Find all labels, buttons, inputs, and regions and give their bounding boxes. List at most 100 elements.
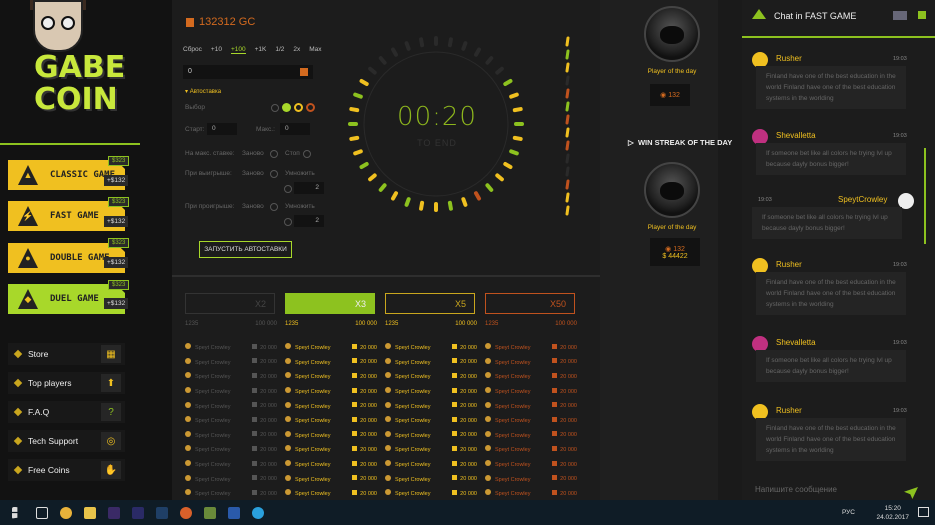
on-loss-again-radio[interactable] — [270, 203, 278, 211]
on-win-again-radio[interactable] — [270, 170, 278, 178]
bet-player[interactable]: Speyt Crowley — [385, 372, 430, 380]
bet-player[interactable]: Speyt Crowley — [185, 416, 230, 424]
menu-free-coins[interactable]: Free Coins ✋ — [8, 459, 125, 481]
bet-player[interactable]: Speyt Crowley — [285, 430, 330, 439]
bet-player[interactable]: Speyt Crowley — [285, 357, 330, 366]
word-icon[interactable] — [228, 506, 240, 519]
bet-player[interactable]: Speyt Crowley — [485, 401, 530, 410]
bet-player[interactable]: Speyt Crowley — [485, 357, 530, 366]
bet-player[interactable]: Speyt Crowley — [285, 387, 330, 395]
on-loss-multiplier-input[interactable]: 2 — [294, 215, 324, 227]
after-effects-icon[interactable] — [132, 506, 144, 519]
autobet-max-input[interactable]: 0 — [280, 123, 310, 135]
multiplier-x5-button[interactable]: X5 — [385, 293, 475, 314]
bet-player[interactable]: Speyt Crowley — [185, 387, 230, 395]
on-loss-multiply-radio[interactable] — [284, 218, 292, 226]
multiplier-x50-button[interactable]: X50 — [485, 293, 575, 314]
bet-player[interactable]: Speyt Crowley — [285, 401, 330, 410]
bet-player[interactable]: Speyt Crowley — [385, 416, 430, 424]
on-win-multiplier-input[interactable]: 2 — [294, 182, 324, 194]
bet-player[interactable]: Speyt Crowley — [285, 372, 330, 380]
bet-player[interactable]: Speyt Crowley — [185, 372, 230, 380]
bet-player[interactable]: Speyt Crowley — [185, 489, 230, 497]
chat-message-input[interactable]: Напишите сообщение — [755, 485, 920, 499]
bet-player[interactable]: Speyt Crowley — [285, 416, 330, 424]
bet-player[interactable]: Speyt Crowley — [385, 430, 430, 439]
chrome-icon[interactable] — [60, 506, 72, 519]
bet-player[interactable]: Speyt Crowley — [385, 489, 430, 497]
chat-username[interactable]: Rusher — [776, 54, 802, 63]
bet-player[interactable]: Speyt Crowley — [185, 401, 230, 410]
taskbar-language[interactable]: РУС — [842, 509, 855, 516]
bet-player[interactable]: Speyt Crowley — [285, 445, 330, 453]
bet-player[interactable]: Speyt Crowley — [385, 474, 430, 483]
task-view-icon[interactable] — [36, 506, 48, 519]
app-icon[interactable] — [204, 506, 216, 519]
color-radio-red[interactable] — [306, 103, 315, 112]
color-radio-none[interactable] — [271, 104, 279, 112]
player-avatar-helmet[interactable] — [644, 162, 700, 218]
multiplier-x2-button[interactable]: X2 — [185, 293, 275, 314]
on-max-again-radio[interactable] — [270, 150, 278, 158]
multiplier-x3-button[interactable]: X3 — [285, 293, 375, 314]
on-max-stop-radio[interactable] — [303, 150, 311, 158]
bet-player[interactable]: Speyt Crowley — [385, 401, 430, 410]
chat-username[interactable]: Rusher — [776, 406, 802, 415]
bet-player[interactable]: Speyt Crowley — [385, 343, 430, 351]
photoshop-icon[interactable] — [156, 506, 168, 519]
bet-player[interactable]: Speyt Crowley — [485, 460, 530, 468]
chat-options-icon[interactable] — [918, 11, 926, 19]
bet-player[interactable]: Speyt Crowley — [185, 445, 230, 453]
bet-player[interactable]: Speyt Crowley — [185, 343, 230, 351]
bet-player[interactable]: Speyt Crowley — [485, 445, 530, 453]
start-icon[interactable] — [12, 506, 18, 519]
chat-username[interactable]: SpeytCrowley — [838, 195, 887, 204]
language-flag-icon[interactable] — [893, 11, 907, 20]
taskbar-clock[interactable]: 15:20 24.02.2017 — [876, 504, 909, 522]
color-radio-green[interactable] — [282, 103, 291, 112]
chat-username[interactable]: Rusher — [776, 260, 802, 269]
chat-username[interactable]: Shevalletta — [776, 338, 816, 347]
bet-player[interactable]: Speyt Crowley — [385, 387, 430, 395]
player-avatar-helmet[interactable] — [644, 6, 700, 62]
skype-icon[interactable] — [252, 506, 264, 519]
bet-player[interactable]: Speyt Crowley — [485, 430, 530, 439]
bet-amount-input[interactable]: 0 — [183, 65, 313, 79]
bet-player[interactable]: Speyt Crowley — [185, 474, 230, 483]
bet-player[interactable]: Speyt Crowley — [485, 416, 530, 424]
bet-player[interactable]: Speyt Crowley — [485, 474, 530, 483]
menu-store[interactable]: Store ▦ — [8, 343, 125, 365]
bet-player[interactable]: Speyt Crowley — [485, 343, 530, 351]
bet-player[interactable]: Speyt Crowley — [385, 357, 430, 366]
bet-half-button[interactable]: 1/2 — [275, 46, 284, 54]
chat-username[interactable]: Shevalletta — [776, 131, 816, 140]
bet-player[interactable]: Speyt Crowley — [285, 460, 330, 468]
color-radio-yellow[interactable] — [294, 103, 303, 112]
menu-tech-support[interactable]: Tech Support ◎ — [8, 430, 125, 452]
autobet-start-input[interactable]: 0 — [207, 123, 237, 135]
firefox-icon[interactable] — [180, 506, 192, 519]
start-autobet-button[interactable]: ЗАПУСТИТЬ АВТОСТАВКИ — [199, 241, 292, 258]
menu-top-players[interactable]: Top players ⬆ — [8, 372, 125, 394]
bet-player[interactable]: Speyt Crowley — [385, 445, 430, 453]
bet-player[interactable]: Speyt Crowley — [285, 489, 330, 497]
bet-player[interactable]: Speyt Crowley — [485, 372, 530, 380]
bet-plus1k-button[interactable]: +1K — [255, 46, 267, 54]
bet-player[interactable]: Speyt Crowley — [185, 460, 230, 468]
autobet-heading[interactable]: ▾ Автоставка — [185, 88, 221, 95]
bet-reset-button[interactable]: Сброс — [183, 46, 202, 54]
premiere-icon[interactable] — [108, 506, 120, 519]
logo-text[interactable]: GABE COIN — [34, 52, 125, 116]
notifications-icon[interactable] — [918, 507, 929, 517]
bet-plus100-button[interactable]: +100 — [230, 46, 246, 54]
bet-player[interactable]: Speyt Crowley — [185, 430, 230, 439]
bet-double-button[interactable]: 2x — [293, 46, 300, 54]
menu-faq[interactable]: F.A.Q ? — [8, 401, 125, 423]
bet-player[interactable]: Speyt Crowley — [285, 474, 330, 483]
bet-player[interactable]: Speyt Crowley — [485, 387, 530, 395]
bet-player[interactable]: Speyt Crowley — [285, 343, 330, 351]
folder-icon[interactable] — [84, 506, 96, 519]
chat-scrollbar[interactable] — [924, 148, 926, 244]
on-win-multiply-radio[interactable] — [284, 185, 292, 193]
bet-player[interactable]: Speyt Crowley — [485, 489, 530, 497]
